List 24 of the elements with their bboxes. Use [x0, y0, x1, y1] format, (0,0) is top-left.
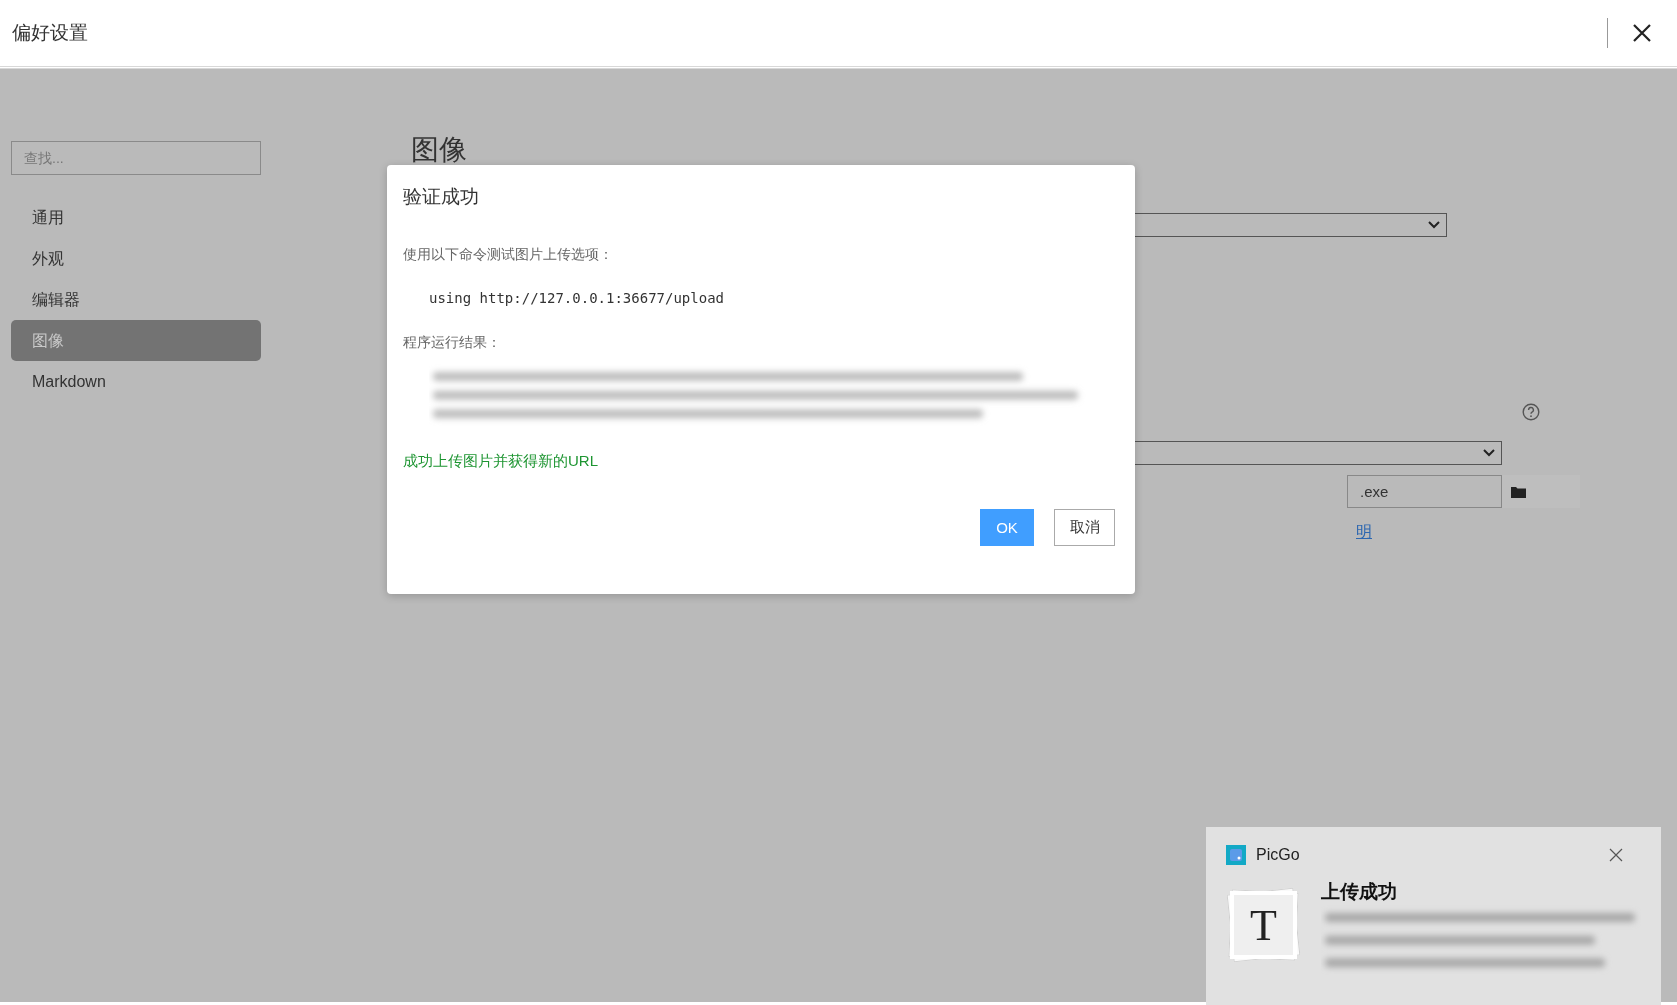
sidebar-item[interactable]: 通用 — [11, 197, 261, 238]
sidebar-item[interactable]: 编辑器 — [11, 279, 261, 320]
command-text: using http://127.0.0.1:36677/upload — [429, 290, 724, 306]
page-heading: 图像 — [411, 133, 468, 167]
path-field[interactable]: .exe — [1347, 475, 1502, 508]
browse-button[interactable] — [1502, 475, 1580, 508]
chevron-icon — [1483, 449, 1495, 457]
cancel-button[interactable]: 取消 — [1054, 509, 1115, 546]
dialog-title: 验证成功 — [403, 185, 479, 209]
app-icon — [1226, 845, 1246, 865]
folder-icon — [1511, 485, 1526, 498]
chevron-icon — [1428, 221, 1440, 229]
app-name: PicGo — [1256, 846, 1301, 864]
notification-title: 上传成功 — [1321, 880, 1398, 904]
help-icon[interactable] — [1522, 403, 1540, 421]
result-label: 程序运行结果： — [403, 334, 501, 352]
document-icon: T — [1226, 887, 1301, 963]
sidebar-item[interactable]: 外观 — [11, 238, 261, 279]
success-message: 成功上传图片并获得新的URL — [403, 452, 598, 471]
command-label: 使用以下命令测试图片上传选项： — [403, 246, 613, 264]
sidebar-item[interactable]: Markdown — [11, 361, 261, 402]
search-field[interactable]: 查找... — [11, 141, 261, 175]
window-title: 偏好设置 — [12, 21, 88, 45]
close-icon[interactable] — [1632, 23, 1652, 43]
